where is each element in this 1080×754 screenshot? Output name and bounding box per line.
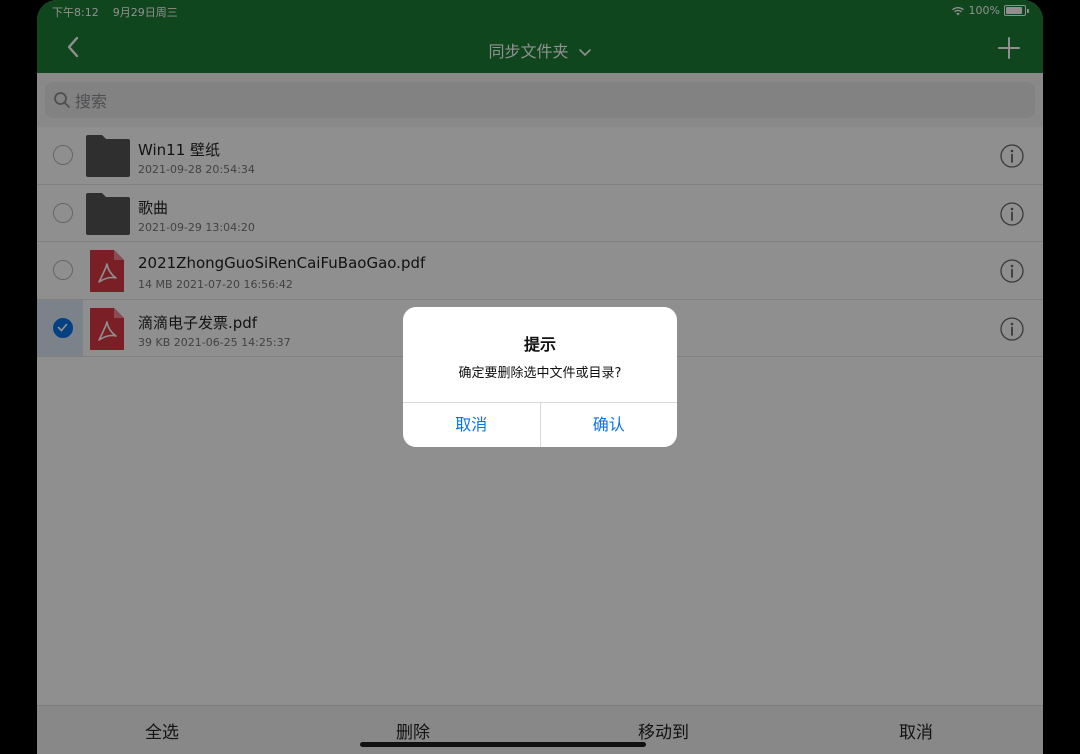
confirm-delete-dialog: 提示 确定要删除选中文件或目录? 取消 确认 — [403, 307, 677, 447]
dialog-title: 提示 — [523, 335, 556, 354]
dialog-buttons: 取消 确认 — [403, 402, 677, 447]
home-indicator[interactable] — [360, 742, 646, 747]
dialog-message: 确定要删除选中文件或目录? — [458, 366, 622, 381]
dialog-cancel-button[interactable]: 取消 — [403, 403, 540, 447]
dialog-confirm-button[interactable]: 确认 — [539, 403, 678, 447]
